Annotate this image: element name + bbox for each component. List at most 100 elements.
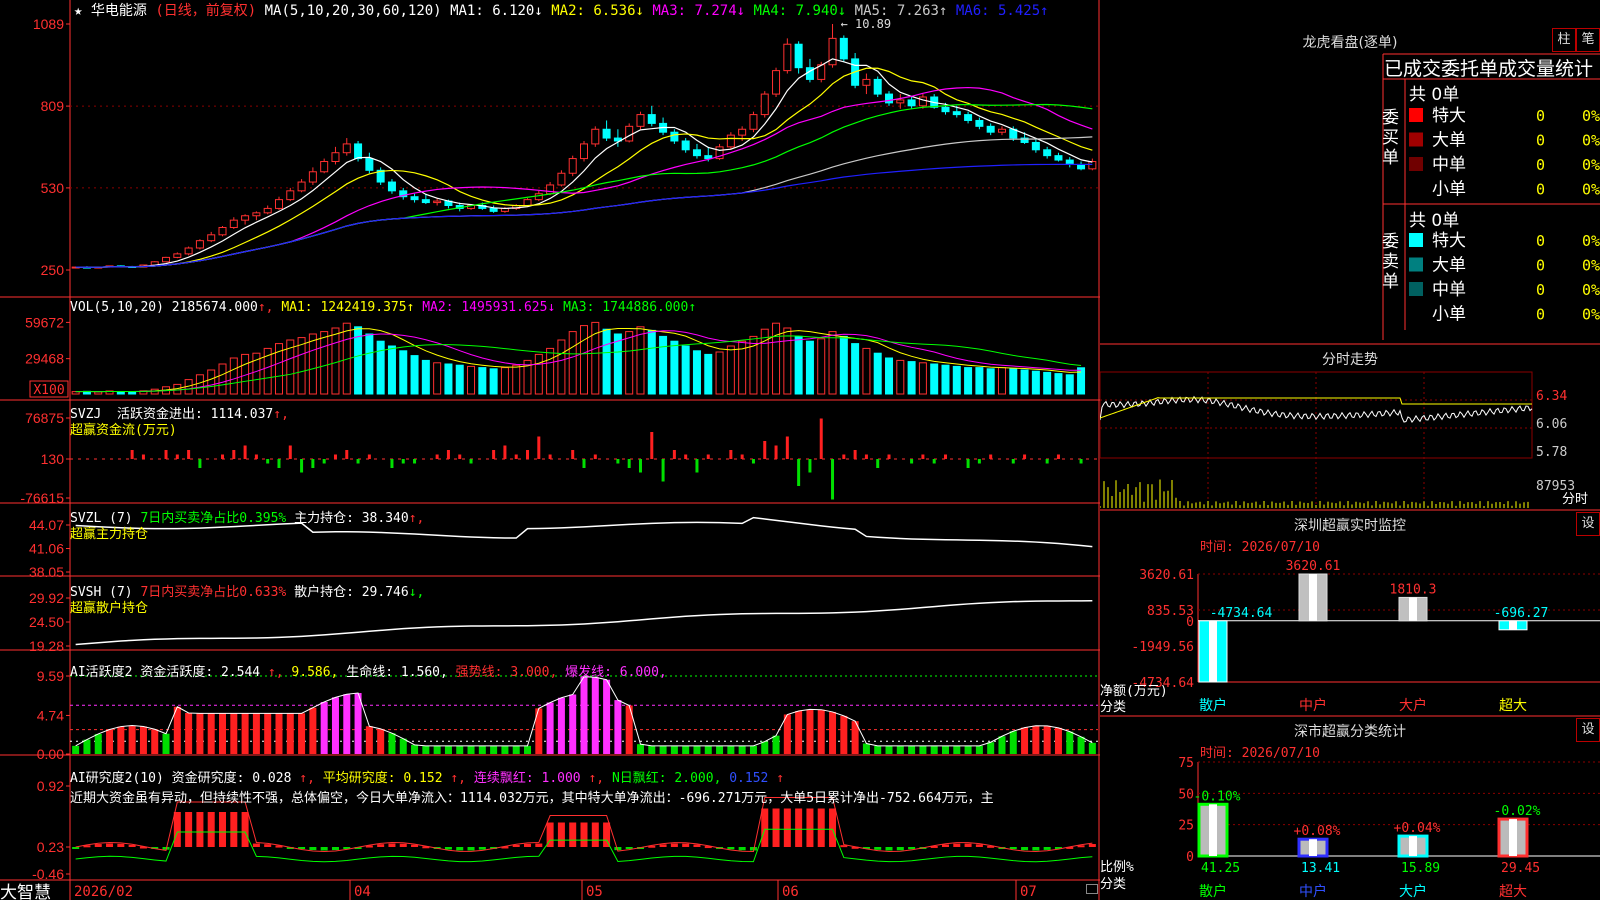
ai-bar	[320, 701, 328, 754]
ai-bar	[557, 697, 565, 754]
order-row-pct: 0%	[1582, 107, 1600, 125]
class-bar-shine	[1209, 804, 1217, 856]
candle-body	[907, 99, 916, 107]
research-bar	[1088, 844, 1096, 847]
monitor-bar-shine	[1409, 597, 1417, 621]
svzj-bar	[1079, 459, 1083, 464]
ai-bar	[264, 713, 272, 754]
order-row-label: 特大	[1432, 106, 1466, 126]
ai-bar	[874, 745, 882, 754]
main-chart-svg[interactable]: 1089809530250← 10.895967229468X100768751…	[0, 0, 1100, 900]
candle-body	[772, 70, 781, 95]
vol-ma-legend: MA1: 1242419.375↑ MA2: 1495931.625↓ MA3:…	[281, 300, 696, 315]
ai-legend-item: 爆发线: 6.000,	[557, 665, 667, 680]
svsh-line	[75, 600, 1093, 646]
ai-bar	[524, 745, 532, 754]
ai-bar	[185, 712, 193, 754]
volume-bar	[365, 333, 374, 395]
volume-bar	[997, 367, 1006, 395]
volume-bar	[512, 364, 521, 395]
svzj-bar	[785, 436, 789, 459]
ai-bar	[411, 744, 419, 754]
candle-body	[1088, 161, 1097, 170]
order-row-label: 中单	[1432, 155, 1466, 175]
volume-bar	[930, 363, 939, 395]
svzj-bar	[311, 459, 315, 468]
monitor-settings-button[interactable]: 设	[1576, 512, 1600, 536]
candle-body	[794, 43, 803, 69]
candle-body	[681, 140, 690, 151]
svzj-bar	[526, 450, 530, 459]
ai-header: AI活跃度2 资金活跃度: 2.544 ↑, 9.586, 生命线: 1.560…	[70, 661, 667, 680]
ai-bar	[456, 745, 464, 754]
ai-bar	[433, 745, 441, 754]
order-row-value: 0	[1536, 156, 1545, 174]
ma-line	[75, 163, 1093, 268]
dragon-title: 龙虎看盘(逐单)	[1302, 35, 1398, 51]
volume-bar	[308, 333, 317, 395]
tick-view-button[interactable]: 笔	[1576, 28, 1600, 52]
research-bar	[72, 847, 80, 849]
candle-body	[885, 93, 894, 104]
svzj-bar	[751, 459, 755, 464]
svzl-stat: 7日内买卖净占比0.395%	[140, 511, 287, 526]
vol-legend-item: MA3: 1744886.000↑	[555, 300, 697, 315]
candle-body	[207, 234, 216, 242]
volume-bar	[681, 345, 690, 395]
star-icon[interactable]: ★	[74, 3, 82, 19]
ma-legend-item: MA4: 7.940↓	[745, 3, 847, 19]
ma-params-label: MA(5,10,20,30,60,120)	[264, 3, 442, 19]
svzj-bar	[300, 459, 304, 473]
candle-body	[320, 161, 329, 173]
research-bar	[535, 843, 543, 847]
research-bar	[219, 812, 227, 847]
research-legend-item: 连续飘红: 1.000	[466, 771, 581, 786]
order-row-value: 0	[1536, 281, 1545, 299]
candle-body	[297, 181, 306, 192]
svzj-bar	[808, 459, 812, 473]
monitor-bar-shine	[1309, 574, 1317, 621]
class-tick: 50	[1178, 787, 1194, 802]
svzj-bar	[492, 450, 496, 459]
svzj-tick: -76615	[20, 490, 64, 506]
class-category: 散户	[1199, 883, 1227, 900]
volume-bar	[455, 364, 464, 395]
order-row-pct: 0%	[1582, 181, 1600, 199]
svzj-bar	[503, 445, 507, 459]
column-view-button[interactable]: 柱	[1552, 28, 1576, 52]
volume-bar	[964, 367, 973, 395]
order-row-pct: 0%	[1582, 257, 1600, 275]
candle-body	[941, 106, 950, 113]
candle-body	[749, 114, 758, 130]
candle-body	[1054, 155, 1063, 161]
main-chart-area[interactable]: 1089 809 530 250 ← 10.89 59672 29468 X100 76875 1…	[0, 0, 1100, 900]
ai-bar	[749, 745, 757, 754]
ma-legend-item: MA5: 7.263↑	[846, 3, 948, 19]
lock-icon[interactable]	[1086, 884, 1098, 894]
candle-body	[896, 99, 905, 104]
ai-bar	[862, 743, 870, 754]
class-settings-button[interactable]: 设	[1576, 718, 1600, 742]
svzj-bar	[638, 459, 642, 473]
volume-bar	[421, 359, 430, 395]
ai-bar	[930, 745, 938, 754]
research-legend-item: 资金研究度: 0.028	[171, 771, 292, 786]
sell-total: 共 0单	[1409, 211, 1460, 231]
side-panel: 特大 0 0% 大单 0 0% 中单 0 0% 小单 0 0% 特大 0 0% 大单 0 0% 中单 0 0% 小单 0 0%…	[1100, 0, 1600, 900]
ai-bar	[83, 739, 91, 754]
volume-bar	[692, 350, 701, 395]
volume-bar	[128, 391, 137, 395]
research-bar	[1021, 847, 1029, 851]
volume-bar	[195, 374, 204, 395]
svzj-bar	[910, 459, 914, 464]
volume-bar	[1009, 368, 1018, 395]
ai-bar	[603, 679, 611, 754]
svzj-bar	[345, 450, 349, 459]
ai-tick: 4.74	[37, 707, 64, 723]
order-row-value: 0	[1536, 257, 1545, 275]
order-row-pct: 0%	[1582, 306, 1600, 324]
volume-bar	[772, 322, 781, 395]
ai-bar	[659, 745, 667, 754]
svzj-bar	[401, 459, 405, 464]
candle-body	[862, 78, 871, 86]
